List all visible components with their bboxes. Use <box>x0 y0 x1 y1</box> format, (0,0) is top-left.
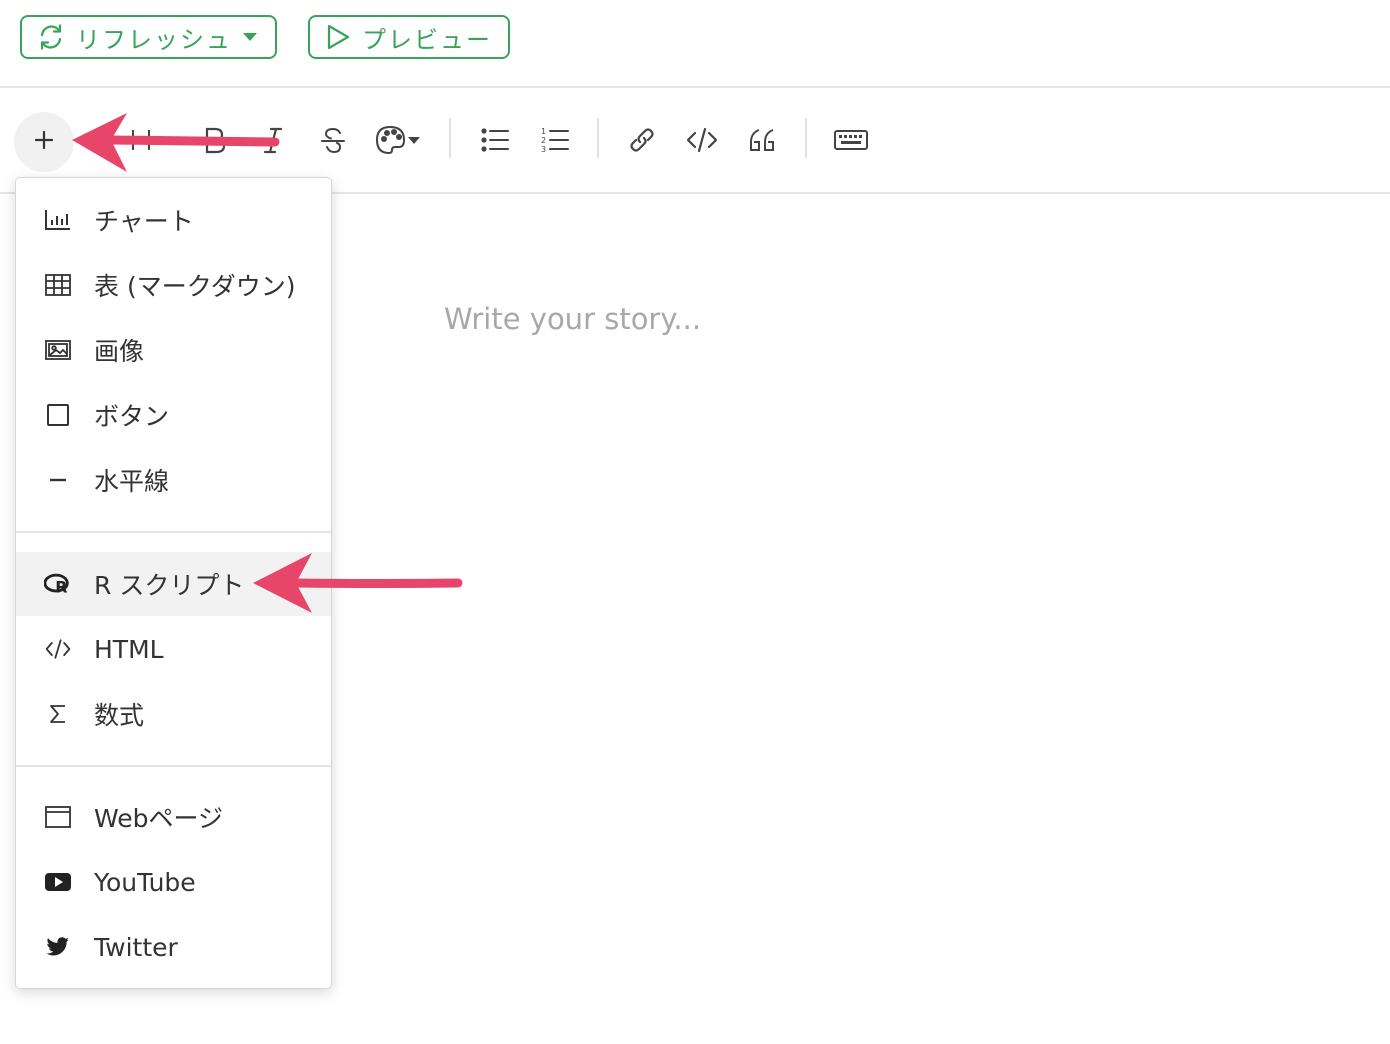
menu-item-label: チャート <box>94 207 194 236</box>
toolbar-divider <box>449 118 451 158</box>
svg-text:3: 3 <box>541 145 546 154</box>
menu-item-twitter[interactable]: Twitter <box>16 915 331 979</box>
menu-item-html[interactable]: HTML <box>16 617 331 681</box>
keyboard-icon <box>833 126 869 154</box>
heading-button[interactable] <box>122 122 162 158</box>
browser-window-icon <box>44 803 72 831</box>
refresh-icon <box>36 22 66 52</box>
preview-label: プレビュー <box>362 25 492 54</box>
preview-button[interactable]: プレビュー <box>308 15 510 59</box>
editor-placeholder[interactable]: Write your story... <box>444 302 701 336</box>
bar-chart-icon <box>44 206 72 234</box>
play-icon <box>324 22 352 52</box>
insert-menu: チャート 表 (マークダウン) 画像 ボタン 水平線 R R スクリプト HTM… <box>15 177 332 989</box>
menu-item-label: 画像 <box>94 337 145 366</box>
link-icon <box>626 124 658 156</box>
strikethrough-button[interactable] <box>313 122 353 158</box>
toolbar-divider <box>805 118 807 158</box>
youtube-icon <box>44 868 72 896</box>
plus-icon <box>33 129 55 155</box>
menu-item-label: ボタン <box>94 402 170 431</box>
menu-item-button[interactable]: ボタン <box>16 383 331 447</box>
quote-button[interactable] <box>742 122 782 158</box>
heading-icon <box>127 125 157 155</box>
code-button[interactable] <box>682 122 722 158</box>
text-color-button[interactable] <box>374 122 426 158</box>
image-icon <box>44 336 72 364</box>
numbered-list-icon: 123 <box>539 125 571 155</box>
r-logo-icon: R <box>44 570 72 598</box>
bullet-list-icon <box>479 125 511 155</box>
menu-item-r-script[interactable]: R R スクリプト <box>16 552 331 616</box>
insert-plus-button[interactable] <box>14 112 74 172</box>
code-icon <box>685 125 719 155</box>
menu-item-formula[interactable]: 数式 <box>16 682 331 746</box>
strikethrough-icon <box>318 125 348 155</box>
italic-icon <box>258 125 288 155</box>
keyboard-shortcuts-button[interactable] <box>831 122 871 158</box>
horizontal-line-icon <box>44 466 72 494</box>
menu-item-image[interactable]: 画像 <box>16 318 331 382</box>
svg-text:2: 2 <box>541 136 546 145</box>
menu-item-web-page[interactable]: Webページ <box>16 785 331 849</box>
refresh-label: リフレッシュ <box>76 25 232 54</box>
bullet-list-button[interactable] <box>475 122 515 158</box>
svg-text:1: 1 <box>541 127 546 136</box>
menu-item-label: Twitter <box>94 932 178 962</box>
numbered-list-button[interactable]: 123 <box>535 122 575 158</box>
table-icon <box>44 271 72 299</box>
italic-button[interactable] <box>253 122 293 158</box>
menu-item-youtube[interactable]: YouTube <box>16 850 331 914</box>
link-button[interactable] <box>622 122 662 158</box>
menu-item-label: Webページ <box>94 804 224 833</box>
menu-item-label: R スクリプト <box>94 571 245 600</box>
palette-icon <box>374 124 426 156</box>
quote-icon <box>746 125 778 155</box>
square-icon <box>44 401 72 429</box>
bold-icon <box>199 125 229 155</box>
menu-divider <box>16 531 331 533</box>
menu-divider <box>16 765 331 767</box>
menu-item-label: YouTube <box>94 867 196 897</box>
menu-item-label: 水平線 <box>94 467 170 496</box>
menu-item-label: HTML <box>94 634 164 664</box>
top-bar: リフレッシュ プレビュー <box>0 0 1390 88</box>
menu-item-table[interactable]: 表 (マークダウン) <box>16 253 331 317</box>
twitter-icon <box>44 933 72 961</box>
menu-item-chart[interactable]: チャート <box>16 188 331 252</box>
caret-down-icon <box>242 31 258 43</box>
refresh-button[interactable]: リフレッシュ <box>20 15 277 59</box>
sigma-icon <box>44 700 72 728</box>
menu-item-label: 数式 <box>94 701 145 730</box>
bold-button[interactable] <box>194 122 234 158</box>
svg-text:R: R <box>55 577 67 596</box>
menu-item-horizontal-rule[interactable]: 水平線 <box>16 448 331 512</box>
code-icon <box>44 635 72 663</box>
toolbar-divider <box>597 118 599 158</box>
menu-item-label: 表 (マークダウン) <box>94 272 296 301</box>
